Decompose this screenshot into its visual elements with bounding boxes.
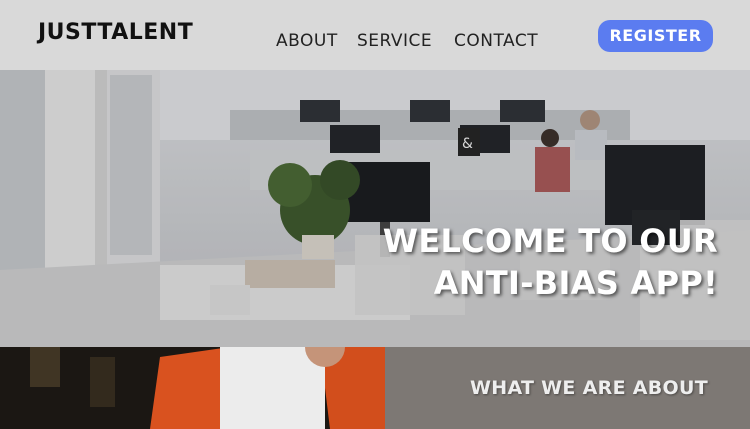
hero-banner: & WELCOME TO OUR ANTI-BIAS APP! <box>0 70 750 347</box>
hero-overlay <box>0 70 750 347</box>
nav-contact[interactable]: CONTACT <box>454 31 538 51</box>
site-header: JUSTTALENT ABOUT SERVICE CONTACT REGISTE… <box>0 0 750 70</box>
site-logo[interactable]: JUSTTALENT <box>38 20 193 45</box>
about-title: WHAT WE ARE ABOUT <box>470 377 708 399</box>
hero-title-line-1: WELCOME TO OUR <box>382 222 718 260</box>
person-photo <box>0 347 385 429</box>
portrait-photo <box>0 347 385 429</box>
hero-title: WELCOME TO OUR ANTI-BIAS APP! <box>383 220 718 304</box>
hero-title-line-2: ANTI-BIAS APP! <box>433 264 718 302</box>
nav-service[interactable]: SERVICE <box>357 31 432 51</box>
nav-about[interactable]: ABOUT <box>276 31 338 51</box>
about-section: WHAT WE ARE ABOUT <box>385 347 750 429</box>
register-button[interactable]: REGISTER <box>598 20 713 52</box>
